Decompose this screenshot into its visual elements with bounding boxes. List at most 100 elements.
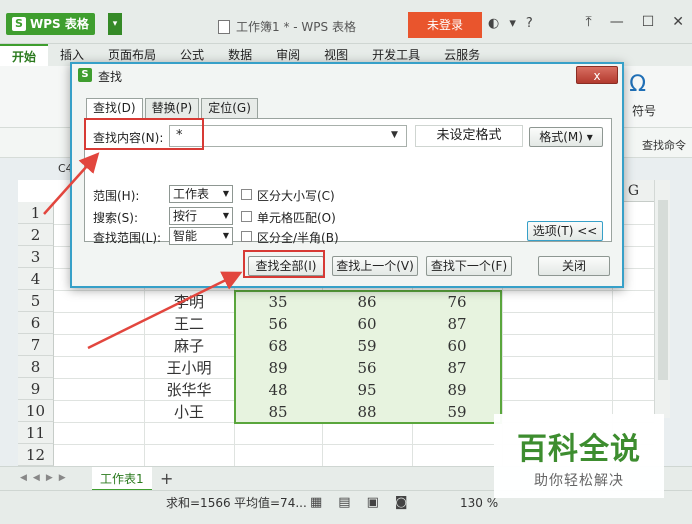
row-header-3[interactable]: 3 bbox=[18, 246, 54, 268]
dialog-close-button[interactable]: x bbox=[576, 66, 618, 84]
row-header-8[interactable]: 8 bbox=[18, 356, 54, 378]
match-cell-checkbox[interactable] bbox=[241, 211, 252, 222]
cell-value[interactable]: 35 bbox=[234, 291, 322, 313]
tab-replace[interactable]: 替换(P) bbox=[144, 98, 200, 118]
normal-view-icon[interactable]: ▦ bbox=[310, 493, 322, 513]
cell-name[interactable]: 小王 bbox=[144, 401, 234, 423]
match-case-label[interactable]: 区分大小写(C) bbox=[257, 187, 335, 204]
upload-icon[interactable]: ⤒ bbox=[586, 14, 592, 30]
cell-value[interactable]: 85 bbox=[234, 401, 322, 423]
login-button[interactable]: 未登录 bbox=[408, 12, 482, 38]
cell-value[interactable]: 89 bbox=[234, 357, 322, 379]
cell-value[interactable]: 59 bbox=[322, 335, 412, 357]
row-header-10[interactable]: 10 bbox=[18, 400, 54, 422]
vertical-scrollbar[interactable] bbox=[654, 180, 670, 418]
row-header-7[interactable]: 7 bbox=[18, 334, 54, 356]
dialog-title: 查找 bbox=[98, 70, 123, 84]
tab-find[interactable]: 查找(D) bbox=[86, 98, 143, 119]
range-label: 范围(H): bbox=[93, 189, 140, 203]
omega-symbol-icon[interactable]: Ω bbox=[629, 72, 646, 97]
cell-value[interactable]: 86 bbox=[322, 291, 412, 313]
layout-view-icon[interactable]: ▣ bbox=[367, 493, 379, 513]
document-title: 工作簿1 * - WPS 表格 bbox=[218, 18, 356, 35]
row-header-11[interactable]: 11 bbox=[18, 422, 54, 444]
tab-home[interactable]: 开始 bbox=[0, 44, 49, 66]
tab-goto[interactable]: 定位(G) bbox=[201, 98, 258, 118]
dropdown-arrow-icon: ▼ bbox=[222, 211, 229, 220]
cell-value[interactable]: 56 bbox=[322, 357, 412, 379]
cell-name[interactable]: 王二 bbox=[144, 313, 234, 335]
scroll-thumb[interactable] bbox=[658, 200, 668, 380]
cell-value[interactable]: 89 bbox=[412, 379, 502, 401]
wps-s-icon: S bbox=[78, 68, 92, 82]
help-icon[interactable]: ? bbox=[526, 16, 533, 31]
match-width-checkbox[interactable] bbox=[241, 231, 252, 242]
cell-value[interactable]: 60 bbox=[322, 313, 412, 335]
cell-value[interactable]: 95 bbox=[322, 379, 412, 401]
search-label: 搜索(S): bbox=[93, 211, 139, 225]
find-all-highlight bbox=[243, 250, 325, 278]
skin-icon[interactable]: ◐ bbox=[488, 16, 499, 31]
view-mode-icons: ▦ ▤ ▣ ◙ bbox=[310, 493, 408, 513]
dialog-tabs: 查找(D) 替换(P) 定位(G) bbox=[86, 98, 260, 119]
wps-logo[interactable]: S WPS 表格 bbox=[6, 13, 95, 35]
shirt-icon[interactable]: ▾ bbox=[509, 16, 516, 31]
cell-value[interactable]: 88 bbox=[322, 401, 412, 423]
row-header-4[interactable]: 4 bbox=[18, 268, 54, 290]
find-command[interactable]: 查找命令 bbox=[642, 137, 686, 153]
row-header-1[interactable]: 1 bbox=[18, 202, 54, 224]
cell-name[interactable]: 麻子 bbox=[144, 335, 234, 357]
row-header-9[interactable]: 9 bbox=[18, 378, 54, 400]
cell-name[interactable]: 李明 bbox=[144, 291, 234, 313]
page-break-view-icon[interactable]: ▤ bbox=[338, 493, 350, 513]
cell-value[interactable]: 48 bbox=[234, 379, 322, 401]
cell-value[interactable]: 87 bbox=[412, 313, 502, 335]
row-header-12[interactable]: 12 bbox=[18, 444, 54, 466]
match-case-checkbox[interactable] bbox=[241, 189, 252, 200]
watermark-subtitle: 助你轻松解决 bbox=[534, 473, 624, 489]
row-header-2[interactable]: 2 bbox=[18, 224, 54, 246]
watermark-title: 百科全说 bbox=[517, 432, 641, 467]
reading-view-icon[interactable]: ◙ bbox=[395, 493, 408, 513]
cell-value[interactable]: 87 bbox=[412, 357, 502, 379]
cell-name[interactable]: 王小明 bbox=[144, 357, 234, 379]
logo-menu-arrow-icon[interactable]: ▾ bbox=[108, 13, 122, 35]
search-select[interactable]: 按行 ▼ bbox=[169, 207, 233, 225]
sheet-nav-arrows-icon[interactable]: ◀◀▶▶ bbox=[20, 473, 72, 483]
title-icons: ◐ ▾ ? bbox=[488, 16, 533, 31]
find-next-button[interactable]: 查找下一个(F) bbox=[426, 256, 512, 276]
format-state: 未设定格式 bbox=[415, 125, 523, 147]
dialog-title-bar[interactable]: S 查找 x bbox=[72, 64, 622, 86]
range-select[interactable]: 工作表 ▼ bbox=[169, 185, 233, 203]
dropdown-arrow-icon: ▼ bbox=[222, 189, 229, 198]
cell-value[interactable]: 56 bbox=[234, 313, 322, 335]
cell-value[interactable]: 60 bbox=[412, 335, 502, 357]
maximize-icon[interactable]: ☐ bbox=[642, 14, 655, 30]
row-header-6[interactable]: 6 bbox=[18, 312, 54, 334]
match-width-label[interactable]: 区分全/半角(B) bbox=[257, 229, 339, 246]
symbol-label[interactable]: 符号 bbox=[632, 102, 656, 119]
sheet-tab-1[interactable]: 工作表1 bbox=[92, 467, 152, 491]
zoom-level[interactable]: 130 % bbox=[460, 493, 498, 513]
status-average: 平均值=74... bbox=[234, 496, 307, 510]
find-history-dropdown-icon[interactable]: ▼ bbox=[391, 130, 398, 140]
cell-value[interactable]: 68 bbox=[234, 335, 322, 357]
title-bar: S WPS 表格 ▾ 工作簿1 * - WPS 表格 未登录 ◐ ▾ ? ⤒ — … bbox=[0, 0, 692, 44]
find-previous-button[interactable]: 查找上一个(V) bbox=[332, 256, 418, 276]
row-header-5[interactable]: 5 bbox=[18, 290, 54, 312]
scope-label: 查找范围(L): bbox=[93, 231, 162, 245]
options-button[interactable]: 选项(T) << bbox=[527, 221, 603, 241]
match-cell-label[interactable]: 单元格匹配(O) bbox=[257, 209, 336, 226]
find-input[interactable]: * bbox=[169, 125, 407, 147]
document-icon bbox=[218, 19, 230, 34]
cell-value[interactable]: 59 bbox=[412, 401, 502, 423]
cell-value[interactable]: 76 bbox=[412, 291, 502, 313]
scope-select[interactable]: 智能 ▼ bbox=[169, 227, 233, 245]
find-dialog: S 查找 x 查找(D) 替换(P) 定位(G) 查找内容(N): * ▼ 未设… bbox=[70, 62, 624, 288]
minimize-icon[interactable]: — bbox=[610, 14, 624, 30]
cell-name[interactable]: 张华华 bbox=[144, 379, 234, 401]
format-button[interactable]: 格式(M) ▾ bbox=[529, 127, 603, 147]
add-sheet-icon[interactable]: + bbox=[160, 469, 173, 488]
close-window-icon[interactable]: ✕ bbox=[672, 14, 684, 30]
close-button[interactable]: 关闭 bbox=[538, 256, 610, 276]
